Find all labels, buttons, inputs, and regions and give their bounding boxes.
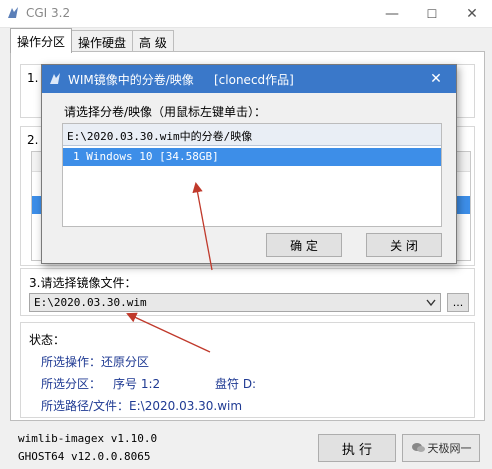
cancel-button[interactable]: 关 闭 [366, 233, 442, 257]
title-bar: CGI 3.2 — ☐ ✕ [0, 0, 492, 28]
close-button[interactable]: ✕ [452, 0, 492, 28]
section-2-label: 2. [27, 133, 39, 147]
app-icon [8, 7, 18, 18]
section-1-label: 1. [27, 71, 39, 85]
browse-button[interactable]: ... [447, 293, 469, 312]
window-title: CGI 3.2 [26, 6, 71, 20]
chevron-down-icon [426, 299, 436, 307]
volume-list[interactable]: E:\2020.03.30.wim中的分卷/映像 1 Windows 10 [3… [62, 123, 442, 227]
watermark-badge: 天极网一 [402, 434, 480, 462]
image-file-value: E:\2020.03.30.wim [34, 296, 147, 309]
status-drive: 盘符 D: [215, 377, 257, 391]
status-operation: 所选操作：还原分区 [41, 355, 150, 369]
watermark-text: 天极网一 [427, 442, 472, 455]
chat-bubble-icon [411, 443, 425, 452]
wimlib-version: wimlib-imagex v1.10.0 [18, 432, 158, 445]
ok-button[interactable]: 确 定 [266, 233, 342, 257]
status-group: 状态： 所选操作：还原分区 所选分区： 序号 1:2 盘符 D: 所选路径/文件… [20, 322, 475, 418]
volume-item-selected[interactable]: 1 Windows 10 [34.58GB] [63, 148, 441, 166]
dialog-app-icon [50, 73, 60, 84]
minimize-button[interactable]: — [372, 0, 412, 28]
dialog-close-button[interactable]: ✕ [416, 65, 456, 93]
dialog-title: WIM镜像中的分卷/映像 [68, 73, 194, 87]
dialog-prompt: 请选择分卷/映像（用鼠标左键单击）： [64, 105, 267, 119]
image-file-combo[interactable]: E:\2020.03.30.wim [29, 293, 441, 312]
dialog-subtitle: [clonecd作品] [214, 73, 294, 87]
status-label: 状态： [29, 333, 66, 347]
volume-list-header: E:\2020.03.30.wim中的分卷/映像 [63, 124, 441, 146]
tab-disk[interactable]: 操作硬盘 [71, 30, 134, 53]
tab-partition[interactable]: 操作分区 [10, 28, 73, 53]
dialog-title-bar: WIM镜像中的分卷/映像 [clonecd作品] ✕ [42, 65, 456, 93]
status-partition-number: 序号 1:2 [113, 377, 161, 391]
section-3-group: 3.请选择镜像文件： E:\2020.03.30.wim ... [20, 268, 475, 316]
tab-advanced[interactable]: 高 级 [132, 30, 174, 53]
status-path: 所选路径/文件：E:\2020.03.30.wim [41, 399, 243, 413]
status-partition-label: 所选分区： [41, 377, 102, 391]
volume-select-dialog: WIM镜像中的分卷/映像 [clonecd作品] ✕ 请选择分卷/映像（用鼠标左… [41, 64, 457, 264]
execute-button[interactable]: 执 行 [318, 434, 396, 462]
section-3-label: 3.请选择镜像文件： [29, 276, 137, 290]
tab-bar: 操作分区 操作硬盘 高 级 [10, 28, 174, 53]
maximize-button[interactable]: ☐ [412, 0, 452, 28]
ghost-version: GHOST64 v12.0.0.8065 [18, 450, 151, 463]
